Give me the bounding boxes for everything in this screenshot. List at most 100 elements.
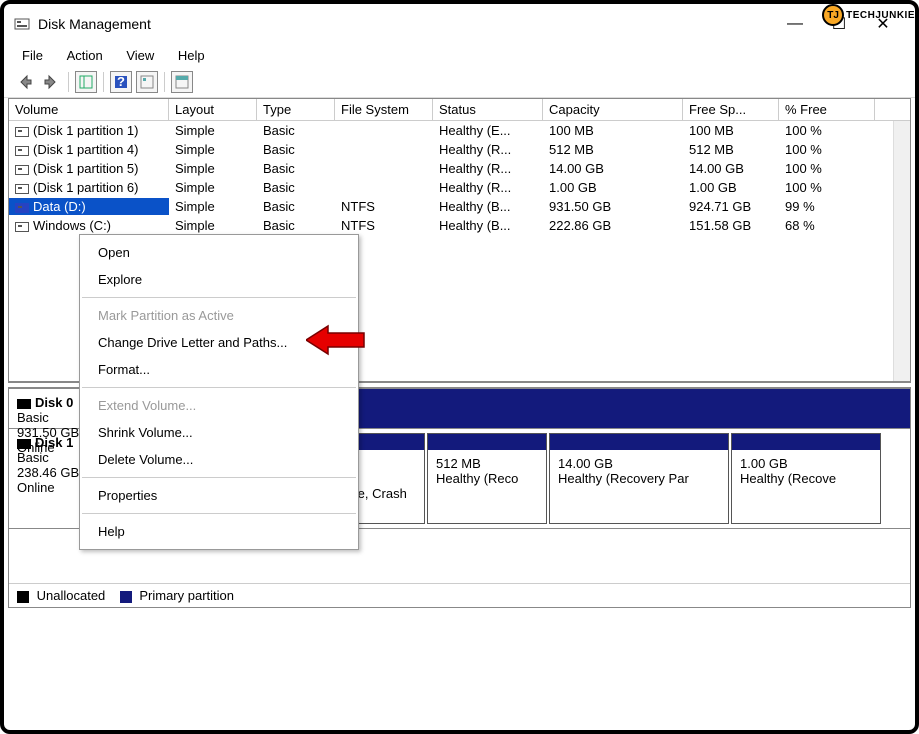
vol-capacity: 512 MB bbox=[543, 141, 683, 158]
drive-icon bbox=[15, 127, 29, 137]
ctx-help[interactable]: Help bbox=[80, 518, 358, 545]
vol-status: Healthy (B... bbox=[433, 217, 543, 234]
menu-action[interactable]: Action bbox=[57, 46, 113, 65]
vol-free: 512 MB bbox=[683, 141, 779, 158]
ctx-sep bbox=[82, 297, 356, 298]
watermark-text: TECHJUNKIE bbox=[846, 10, 915, 21]
nav-back-button[interactable] bbox=[14, 71, 36, 93]
col-volume[interactable]: Volume bbox=[9, 99, 169, 120]
pane-bar bbox=[428, 434, 546, 450]
vol-capacity: 222.86 GB bbox=[543, 217, 683, 234]
drive-icon bbox=[15, 165, 29, 175]
toolbar-sep bbox=[103, 72, 104, 92]
menu-view[interactable]: View bbox=[116, 46, 164, 65]
vol-fs: NTFS bbox=[335, 217, 433, 234]
volume-row[interactable]: (Disk 1 partition 1)SimpleBasicHealthy (… bbox=[9, 121, 910, 140]
col-filesystem[interactable]: File System bbox=[335, 99, 433, 120]
vol-type: Basic bbox=[257, 179, 335, 196]
legend-primary-label: Primary partition bbox=[139, 588, 234, 603]
vol-layout: Simple bbox=[169, 122, 257, 139]
vol-status: Healthy (R... bbox=[433, 179, 543, 196]
disk-icon bbox=[17, 439, 31, 449]
pane-bar bbox=[550, 434, 728, 450]
ctx-extend-volume: Extend Volume... bbox=[80, 392, 358, 419]
volume-row[interactable]: (Disk 1 partition 5)SimpleBasicHealthy (… bbox=[9, 159, 910, 178]
disk-1-label: Disk 1 bbox=[35, 435, 73, 450]
legend: Unallocated Primary partition bbox=[9, 583, 910, 607]
show-hide-tree-button[interactable] bbox=[75, 71, 97, 93]
vol-name: (Disk 1 partition 4) bbox=[33, 142, 138, 157]
legend-unalloc-swatch bbox=[17, 591, 29, 603]
vol-name: Data (D:) bbox=[33, 199, 86, 214]
vol-status: Healthy (R... bbox=[433, 141, 543, 158]
vol-pct: 100 % bbox=[779, 122, 875, 139]
pane-bar bbox=[732, 434, 880, 450]
vol-fs bbox=[335, 122, 433, 139]
menu-help[interactable]: Help bbox=[168, 46, 215, 65]
vol-pct: 100 % bbox=[779, 141, 875, 158]
ctx-shrink-volume[interactable]: Shrink Volume... bbox=[80, 419, 358, 446]
ctx-format[interactable]: Format... bbox=[80, 356, 358, 383]
pane-status: Healthy (Reco bbox=[436, 471, 538, 486]
vol-capacity: 931.50 GB bbox=[543, 198, 683, 215]
vol-free: 151.58 GB bbox=[683, 217, 779, 234]
volume-row[interactable]: (Disk 1 partition 6) SimpleBasic Healthy (… bbox=[9, 178, 910, 197]
vol-name: (Disk 1 partition 1) bbox=[33, 123, 138, 138]
vol-type: Basic bbox=[257, 198, 335, 215]
pane-size: 1.00 GB bbox=[740, 456, 872, 471]
vertical-scrollbar[interactable] bbox=[893, 121, 910, 381]
toolbar-button[interactable] bbox=[171, 71, 193, 93]
col-status[interactable]: Status bbox=[433, 99, 543, 120]
vol-pct: 68 % bbox=[779, 217, 875, 234]
pane-size: 14.00 GB bbox=[558, 456, 720, 471]
vol-layout: Simple bbox=[169, 217, 257, 234]
vol-layout: Simple bbox=[169, 179, 257, 196]
vol-layout: Simple bbox=[169, 160, 257, 177]
vol-free: 1.00 GB bbox=[683, 179, 779, 196]
ctx-explore[interactable]: Explore bbox=[80, 266, 358, 293]
partition-pane[interactable]: 512 MBHealthy (Reco bbox=[427, 433, 547, 524]
col-pctfree[interactable]: % Free bbox=[779, 99, 875, 120]
vol-pct: 99 % bbox=[779, 198, 875, 215]
vol-capacity: 1.00 GB bbox=[543, 179, 683, 196]
help-button[interactable]: ? bbox=[110, 71, 132, 93]
vol-layout: Simple bbox=[169, 198, 257, 215]
window-title: Disk Management bbox=[38, 16, 773, 32]
ctx-sep bbox=[82, 477, 356, 478]
col-freespace[interactable]: Free Sp... bbox=[683, 99, 779, 120]
vol-name: Windows (C:) bbox=[33, 218, 111, 233]
vol-type: Basic bbox=[257, 217, 335, 234]
vol-name: (Disk 1 partition 6) bbox=[33, 180, 138, 195]
ctx-open[interactable]: Open bbox=[80, 239, 358, 266]
drive-icon bbox=[15, 203, 29, 213]
drive-icon bbox=[15, 184, 29, 194]
volume-row[interactable]: (Disk 1 partition 4)SimpleBasicHealthy (… bbox=[9, 140, 910, 159]
volume-row[interactable]: Data (D:)SimpleBasicNTFSHealthy (B...931… bbox=[9, 197, 910, 216]
legend-unalloc-label: Unallocated bbox=[37, 588, 106, 603]
menu-file[interactable]: File bbox=[12, 46, 53, 65]
context-menu: Open Explore Mark Partition as Active Ch… bbox=[79, 234, 359, 550]
partition-pane[interactable]: 1.00 GBHealthy (Recove bbox=[731, 433, 881, 524]
toolbar-sep bbox=[68, 72, 69, 92]
ctx-properties[interactable]: Properties bbox=[80, 482, 358, 509]
partition-pane[interactable]: 14.00 GBHealthy (Recovery Par bbox=[549, 433, 729, 524]
titlebar: Disk Management ― ☐ ✕ bbox=[4, 4, 915, 44]
vol-pct: 100 % bbox=[779, 179, 875, 196]
menubar: File Action View Help bbox=[4, 44, 915, 67]
watermark: TJ TECHJUNKIE bbox=[822, 4, 915, 26]
ctx-delete-volume[interactable]: Delete Volume... bbox=[80, 446, 358, 473]
col-capacity[interactable]: Capacity bbox=[543, 99, 683, 120]
vol-status: Healthy (R... bbox=[433, 160, 543, 177]
minimize-button[interactable]: ― bbox=[773, 10, 817, 38]
ctx-sep bbox=[82, 513, 356, 514]
vol-fs bbox=[335, 141, 433, 158]
vol-type: Basic bbox=[257, 122, 335, 139]
vol-layout: Simple bbox=[169, 141, 257, 158]
col-type[interactable]: Type bbox=[257, 99, 335, 120]
col-layout[interactable]: Layout bbox=[169, 99, 257, 120]
volume-row[interactable]: Windows (C:) SimpleBasicNTFSHealthy (B...… bbox=[9, 216, 910, 235]
pane-size: 512 MB bbox=[436, 456, 538, 471]
toolbar-button[interactable] bbox=[136, 71, 158, 93]
vol-name: (Disk 1 partition 5) bbox=[33, 161, 138, 176]
nav-forward-button[interactable] bbox=[40, 71, 62, 93]
